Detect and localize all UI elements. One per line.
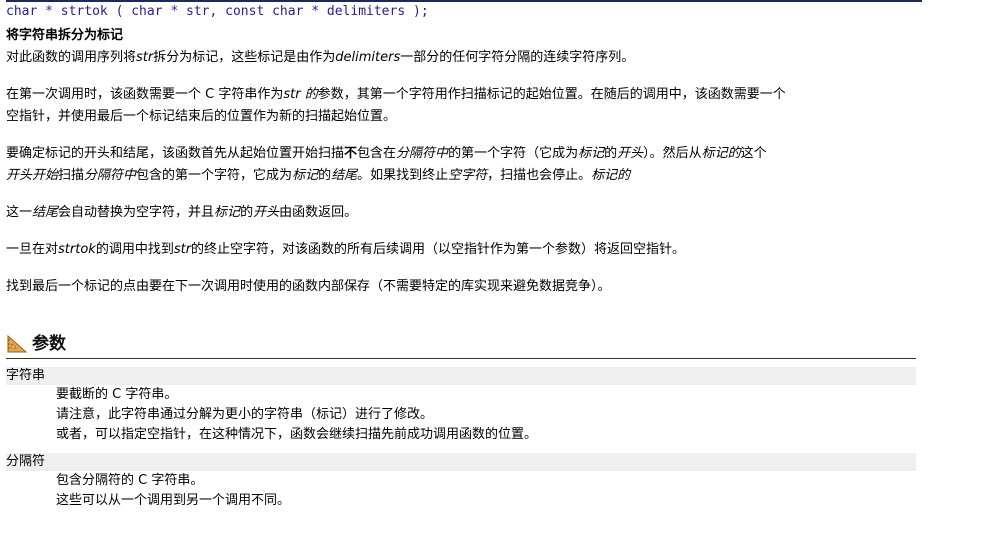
- term-token: 标记: [578, 146, 605, 161]
- param-ref-str: str 的: [283, 87, 318, 102]
- text-run: 一部分的任何字符分隔的连续字符序列。: [400, 50, 635, 65]
- description-paragraph-6: 找到最后一个标记的点由要在下一次调用时使用的函数内部保存（不需要特定的库实现来避…: [6, 279, 611, 294]
- term-null-character: 空字符: [448, 168, 488, 183]
- term-beginning: 开头: [253, 205, 280, 220]
- text-run: 参数，其第一个字符用作扫描标记的起始位置。在随后的调用中，该函数需要一个: [317, 87, 786, 102]
- text-run: 对此函数的调用序列将: [6, 50, 137, 65]
- term-token: 标记的: [591, 168, 631, 183]
- text-run: 扫描: [58, 168, 85, 183]
- description-paragraph-2: 在第一次调用时，该函数需要一个 C 字符串作为str 的参数，其第一个字符用作扫…: [6, 84, 922, 128]
- param-name-delimiters: 分隔符: [6, 453, 916, 471]
- param-desc-str-1: 要截断的 C 字符串。: [56, 387, 178, 402]
- term-delimiters: 分隔符中: [396, 146, 449, 161]
- param-ref-str: str: [173, 242, 192, 257]
- text-run: 一旦在对: [6, 242, 59, 257]
- term-token: 标记: [292, 168, 319, 183]
- section-title-text: 参数: [32, 334, 66, 354]
- param-desc-delimiters-1: 包含分隔符的 C 字符串。: [56, 473, 204, 488]
- ruler-triangle-icon: [6, 334, 28, 354]
- text-run: 在第一次调用时，该函数需要一个 C 字符串作为: [6, 87, 284, 102]
- text-run: 的终止空字符，对该函数的所有后续调用（以空指针作为第一个参数）将返回空指针。: [191, 242, 686, 257]
- text-run: 包含在: [357, 146, 397, 161]
- param-desc-delimiters-2: 这些可以从一个调用到另一个调用不同。: [56, 493, 291, 508]
- term-token: 标记: [214, 205, 241, 220]
- text-run: 由函数返回。: [279, 205, 358, 220]
- param-ref-delimiters: delimiters: [335, 50, 401, 65]
- text-run: 要确定标记的开头和结尾，该函数首先从起始位置开始扫描: [6, 146, 345, 161]
- text-run: ，扫描也会停止。: [487, 168, 592, 183]
- reference-page: char * strtok ( char * str, const char *…: [0, 0, 922, 511]
- text-run: 这一: [6, 205, 33, 220]
- term-end: 结尾: [32, 205, 59, 220]
- text-run: 空指针，并使用最后一个标记结束后的位置作为新的扫描起始位置。: [6, 109, 397, 124]
- text-run: 的第一个字符（它成为: [448, 146, 579, 161]
- param-name-str: 字符串: [6, 367, 916, 385]
- text-run: 拆分为标记，这些标记是由作为: [153, 50, 336, 65]
- description-paragraph-4: 这一结尾会自动替换为空字符，并且标记的开头由函数返回。: [6, 202, 922, 224]
- parameters-section-title: 参数: [6, 330, 916, 359]
- term-beginning: 开头开始: [6, 168, 59, 183]
- param-desc-str-2: 请注意，此字符串通过分解为更小的字符串（标记）进行了修改。: [56, 407, 434, 422]
- text-run: 这个: [740, 146, 767, 161]
- param-ref-str: str: [136, 50, 154, 65]
- text-run: 会自动替换为空字符，并且: [58, 205, 215, 220]
- term-delimiters: 分隔符中: [84, 168, 137, 183]
- description-paragraph-5: 一旦在对strtok的调用中找到str的终止空字符，对该函数的所有后续调用（以空…: [6, 239, 922, 261]
- description-paragraph-3: 要确定标记的开头和结尾，该函数首先从起始位置开始扫描不包含在分隔符中的第一个字符…: [6, 143, 922, 187]
- function-ref-strtok: strtok: [58, 242, 96, 257]
- text-run: 的调用中找到: [95, 242, 174, 257]
- emphasis-not: 不: [344, 146, 358, 161]
- text-run: 的: [240, 205, 254, 220]
- text-run: 的: [604, 146, 618, 161]
- term-end: 结尾: [331, 168, 358, 183]
- text-run: 的: [318, 168, 332, 183]
- term-token: 标记的: [701, 146, 741, 161]
- function-prototype: char * strtok ( char * str, const char *…: [6, 4, 429, 19]
- function-heading: 将字符串拆分为标记: [6, 28, 124, 43]
- text-run: 。如果找到终止: [357, 168, 449, 183]
- description-paragraph-1: 对此函数的调用序列将str拆分为标记，这些标记是由作为delimiters一部分…: [6, 47, 922, 69]
- text-run: 包含的第一个字符，它成为: [136, 168, 293, 183]
- text-run: ）。然后从: [643, 146, 702, 161]
- term-beginning: 开头: [617, 146, 644, 161]
- param-desc-str-3: 或者，可以指定空指针，在这种情况下，函数会继续扫描先前成功调用函数的位置。: [56, 427, 538, 442]
